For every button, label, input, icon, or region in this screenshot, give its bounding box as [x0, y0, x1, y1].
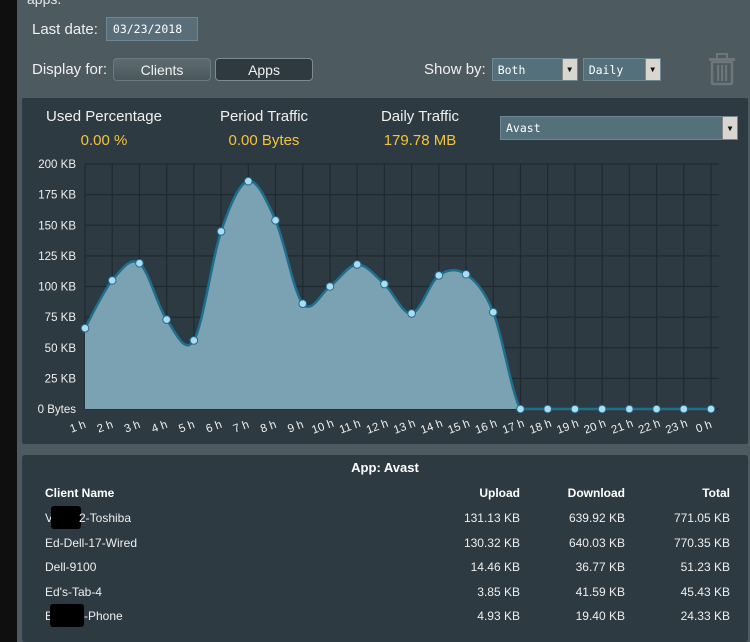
daily-traffic-value: 179.78 MB	[383, 132, 457, 149]
traffic-chart-panel	[22, 98, 748, 444]
column-header-download: Download	[567, 486, 625, 500]
used-percentage-value: 0.00 %	[80, 132, 128, 149]
upload-value: 14.46 KB	[470, 560, 520, 574]
total-value: 770.35 KB	[673, 535, 730, 550]
used-percentage-stat: Used Percentage 0.00 %	[34, 108, 174, 149]
last-date-row: Last date: 03/23/2018	[32, 17, 198, 41]
daily-traffic-label: Daily Traffic	[380, 108, 460, 125]
column-header-total: Total	[702, 486, 730, 500]
used-percentage-label: Used Percentage	[46, 108, 162, 125]
client-name-suffix: -Phone	[84, 609, 123, 623]
column-header-upload: Upload	[479, 486, 520, 500]
client-name: Dell-9100	[45, 560, 97, 574]
upload-value: 3.85 KB	[477, 584, 520, 599]
app-select[interactable]: Avast ▼	[500, 116, 738, 140]
app-select-value: Avast	[506, 121, 541, 135]
upload-value: 131.13 KB	[463, 511, 520, 525]
redacted-block	[51, 506, 81, 529]
apps-button[interactable]: Apps	[215, 58, 314, 81]
period-traffic-value: 0.00 Bytes	[228, 132, 300, 149]
clients-button[interactable]: Clients	[113, 58, 212, 81]
download-value: 36.77 KB	[575, 560, 625, 574]
client-name-suffix: 2-Toshiba	[79, 511, 132, 525]
left-edge-strip	[0, 0, 17, 642]
last-date-input[interactable]: 03/23/2018	[105, 17, 198, 41]
show-by-label: Show by:	[424, 61, 486, 78]
client-name: Ed's-Tab-4	[45, 584, 102, 599]
total-value: 771.05 KB	[673, 511, 730, 525]
download-value: 41.59 KB	[575, 584, 625, 599]
cut-off-description: apps.	[27, 0, 61, 7]
chevron-down-icon[interactable]: ▼	[644, 59, 660, 80]
show-by-direction-select[interactable]: Both ▼	[491, 58, 578, 81]
show-by-period-value: Daily	[588, 62, 624, 77]
period-traffic-stat: Period Traffic 0.00 Bytes	[194, 108, 334, 149]
daily-traffic-stat: Daily Traffic 179.78 MB	[350, 108, 490, 149]
download-value: 640.03 KB	[568, 535, 625, 550]
redacted-block	[50, 604, 84, 627]
client-name: Ed-Dell-17-Wired	[45, 535, 138, 550]
show-by-direction-value: Both	[497, 62, 526, 77]
upload-value: 130.32 KB	[463, 535, 520, 550]
column-header-client-name: Client Name	[45, 486, 115, 500]
download-value: 639.92 KB	[568, 511, 625, 525]
trash-icon[interactable]	[705, 52, 739, 86]
download-value: 19.40 KB	[575, 609, 625, 623]
display-for-label: Display for:	[32, 61, 108, 78]
chevron-down-icon[interactable]: ▼	[722, 117, 737, 139]
total-value: 24.33 KB	[680, 609, 730, 623]
show-by-row: Show by: Both ▼ Daily ▼	[424, 58, 661, 81]
table-title: App: Avast	[351, 460, 419, 475]
period-traffic-label: Period Traffic	[219, 108, 309, 125]
last-date-label: Last date:	[32, 20, 98, 38]
show-by-period-select[interactable]: Daily ▼	[582, 58, 661, 81]
total-value: 51.23 KB	[680, 560, 730, 574]
total-value: 45.43 KB	[680, 584, 730, 599]
upload-value: 4.93 KB	[477, 609, 520, 623]
display-for-row: Display for: Clients Apps	[32, 58, 314, 81]
chevron-down-icon[interactable]: ▼	[561, 59, 577, 80]
